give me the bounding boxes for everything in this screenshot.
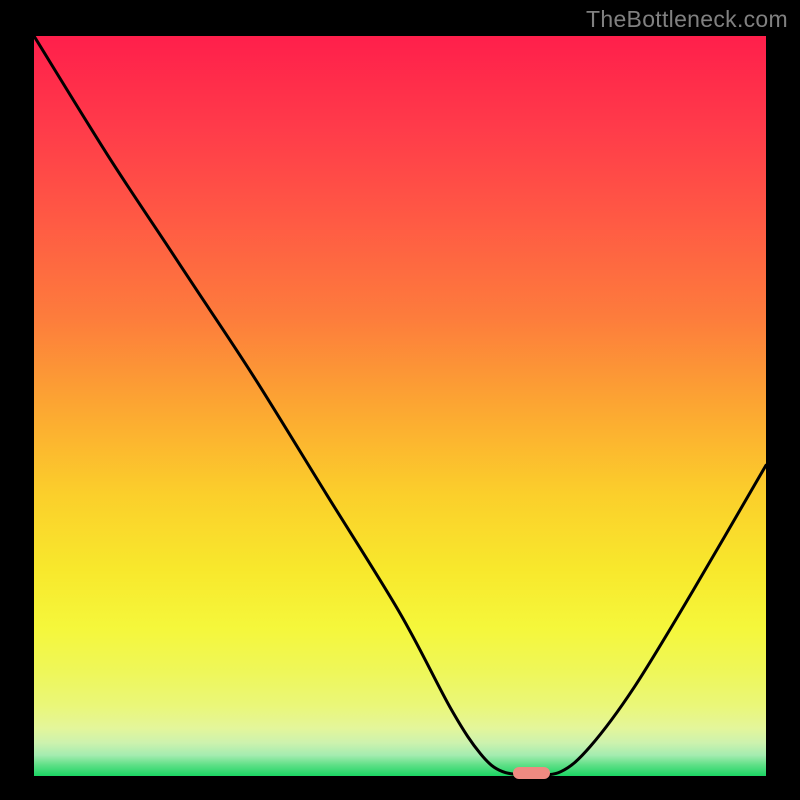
optimal-marker — [513, 767, 550, 779]
chart-frame: TheBottleneck.com — [0, 0, 800, 800]
brand-watermark: TheBottleneck.com — [586, 6, 788, 33]
plot-area — [34, 36, 766, 776]
heat-gradient — [34, 36, 766, 776]
